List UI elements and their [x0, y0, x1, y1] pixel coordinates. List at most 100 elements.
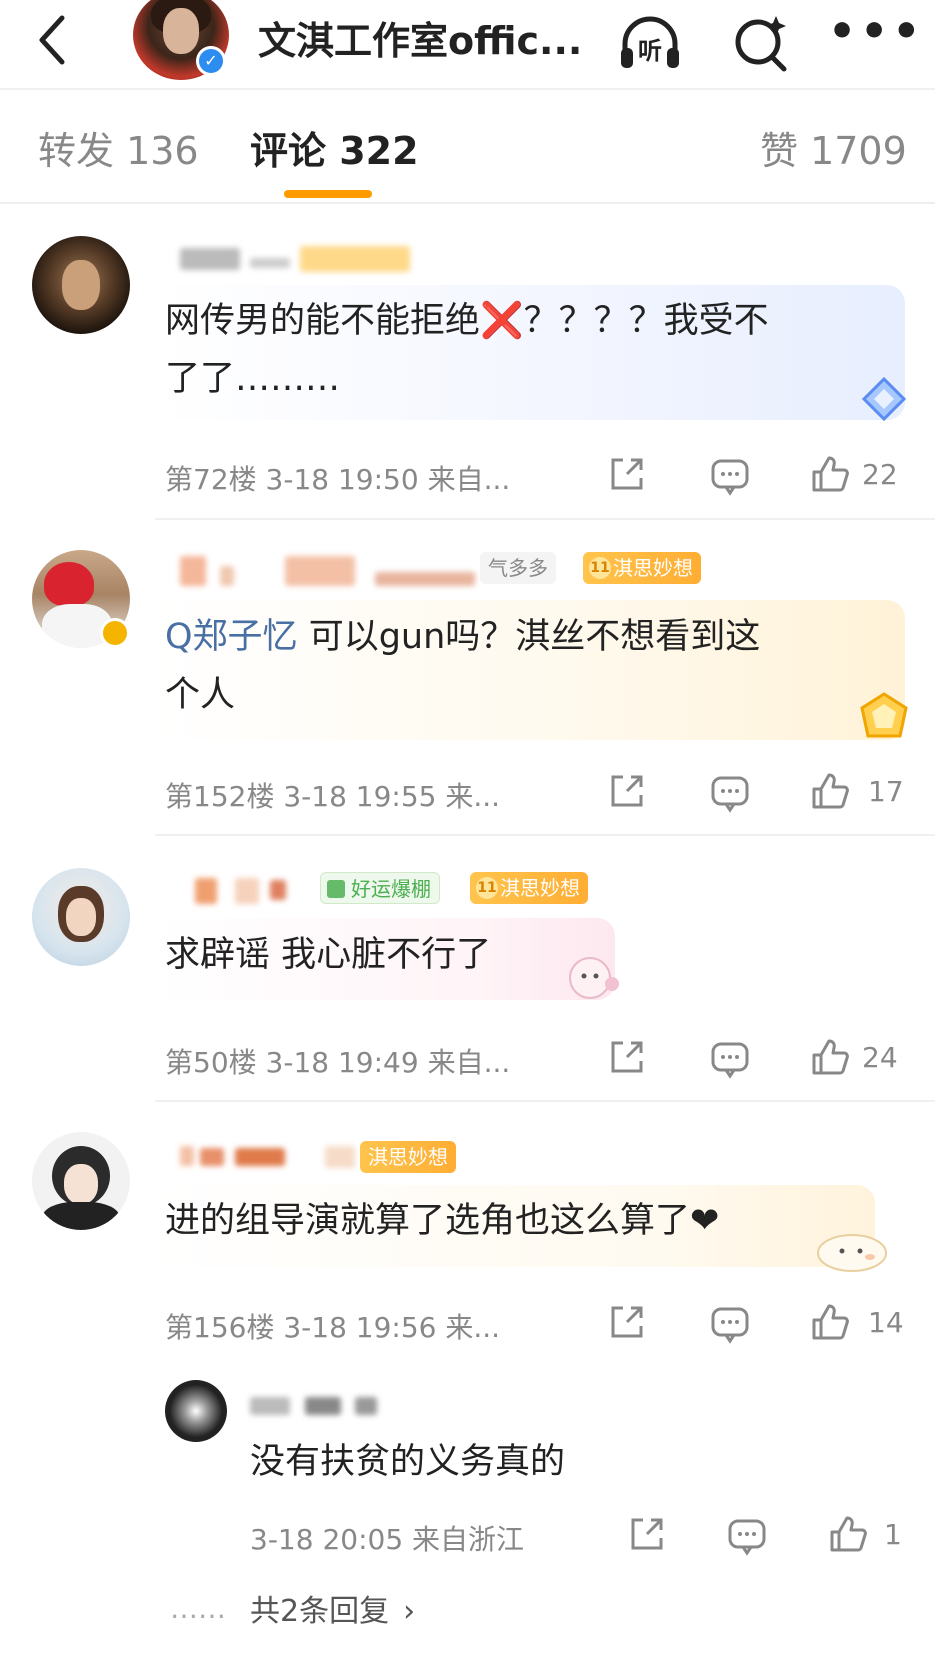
comment-icon: [711, 1042, 749, 1079]
tab-comments[interactable]: 评论 322: [250, 120, 419, 175]
reply-text: 没有扶贫的义务真的: [250, 1442, 566, 1482]
username-badge-blurred: [300, 246, 410, 272]
like-icon: [830, 1516, 867, 1552]
verified-icon: [100, 618, 130, 648]
username-blurred: [285, 556, 355, 586]
like-icon: [812, 773, 849, 809]
like-count: 24: [862, 1041, 898, 1074]
like-icon: [812, 456, 849, 492]
comment-text-rest: 可以gun吗？淇丝不想看到这: [297, 617, 761, 657]
row-divider: [155, 518, 935, 520]
mention-link[interactable]: Q郑子忆: [165, 617, 298, 657]
svg-text:听: 听: [638, 37, 662, 65]
comment-icon: [728, 1519, 766, 1556]
row-divider: [155, 834, 935, 836]
comment-meta: 第72楼 3-18 19:50 来自...: [165, 463, 511, 496]
username-blurred: [270, 880, 286, 900]
tabs-divider: [0, 202, 935, 204]
comment-icon: [711, 459, 749, 496]
share-icon: [611, 458, 643, 490]
reply-button[interactable]: [725, 1514, 769, 1558]
diamond-sticker-icon: [861, 376, 907, 422]
username-blurred: [355, 1397, 377, 1415]
share-button[interactable]: [605, 769, 649, 813]
like-button[interactable]: [808, 1035, 852, 1079]
comment-text: Q郑子忆 可以gun吗？淇丝不想看到这: [165, 608, 760, 666]
reply-button[interactable]: [708, 771, 752, 815]
username-blurred: [235, 1148, 285, 1166]
share-button[interactable]: [625, 1512, 669, 1556]
user-badge: 气多多: [480, 552, 556, 584]
gem-sticker-icon: [860, 692, 908, 738]
reply-meta: 3-18 20:05 来自浙江: [250, 1523, 525, 1556]
back-button[interactable]: [30, 10, 80, 70]
tab-repost[interactable]: 转发 136: [38, 120, 199, 175]
account-name[interactable]: 文淇工作室offic...: [258, 10, 582, 65]
like-button[interactable]: [826, 1512, 870, 1556]
user-badge-label: 好运爆棚: [351, 877, 431, 901]
dumpling-sticker-icon: [817, 1234, 887, 1272]
row-divider: [155, 1100, 935, 1102]
reply-button[interactable]: [708, 1302, 752, 1346]
like-button[interactable]: [808, 1300, 852, 1344]
avatar[interactable]: [165, 1380, 227, 1442]
user-badge: 好运爆棚: [320, 872, 440, 904]
like-button[interactable]: [808, 452, 852, 496]
like-button[interactable]: [808, 769, 852, 813]
avatar[interactable]: [32, 868, 130, 966]
chevron-right-icon: ›: [403, 1594, 416, 1629]
username-blurred[interactable]: [250, 1397, 290, 1415]
avatar[interactable]: [32, 1132, 130, 1230]
fan-badge-label: 淇思妙想: [500, 876, 580, 900]
search-button[interactable]: [730, 10, 792, 74]
username-blurred: [250, 258, 290, 268]
tag-icon: [327, 880, 345, 898]
fan-level-number: 11: [476, 877, 498, 899]
top-bar: ✓ 文淇工作室offic... 听 •••: [0, 0, 935, 88]
verified-icon: ✓: [196, 46, 226, 76]
username-blurred: [235, 878, 259, 904]
username-blurred: [200, 1148, 224, 1166]
comment-text: 网传男的能不能拒绝❌？？？？我受不: [165, 301, 769, 341]
share-icon: [611, 775, 643, 807]
reply-dots: ……: [170, 1592, 226, 1625]
username-blurred[interactable]: [180, 1146, 194, 1166]
like-icon: [812, 1304, 849, 1340]
share-button[interactable]: [605, 1035, 649, 1079]
like-count: 14: [868, 1306, 904, 1339]
listen-button[interactable]: 听: [615, 12, 685, 72]
share-button[interactable]: [605, 452, 649, 496]
username-blurred[interactable]: [195, 878, 217, 904]
like-count: 17: [868, 775, 904, 808]
headphones-icon: 听: [621, 16, 679, 68]
comment-icon: [711, 1307, 749, 1344]
username-blurred[interactable]: [180, 248, 240, 270]
comment-text: 进的组导演就算了选角也这么算了❤: [165, 1201, 720, 1241]
like-count: 22: [862, 458, 898, 491]
username-blurred: [305, 1397, 341, 1415]
username-blurred[interactable]: [180, 556, 206, 586]
username-blurred: [375, 572, 475, 586]
username-blurred: [220, 566, 234, 586]
comment-meta: 第156楼 3-18 19:56 来...: [165, 1311, 501, 1344]
reply-button[interactable]: [708, 454, 752, 498]
comment-meta: 第50楼 3-18 19:49 来自...: [165, 1046, 511, 1079]
fan-badge: 淇思妙想: [360, 1141, 456, 1173]
more-dots-icon[interactable]: •••: [828, 10, 920, 72]
share-icon: [611, 1041, 643, 1073]
more-replies-link[interactable]: 共2条回复 ›: [250, 1586, 415, 1630]
share-button[interactable]: [605, 1300, 649, 1344]
fan-badge-label: 淇思妙想: [613, 556, 693, 580]
tab-likes[interactable]: 赞 1709: [760, 120, 907, 175]
comment-icon: [711, 776, 749, 813]
tab-bar: 转发 136 评论 322 赞 1709: [0, 90, 935, 202]
back-arrow-icon: [39, 15, 65, 65]
comment-text: 求辟谣 我心脏不行了: [165, 935, 492, 975]
comment-text: 了了………: [165, 359, 341, 399]
username-blurred: [325, 1146, 355, 1168]
share-icon: [631, 1518, 663, 1550]
reply-button[interactable]: [708, 1037, 752, 1081]
fan-level-badge: 11 淇思妙想: [470, 872, 588, 904]
sheep-sticker-icon: [569, 957, 619, 999]
avatar[interactable]: [32, 236, 130, 334]
